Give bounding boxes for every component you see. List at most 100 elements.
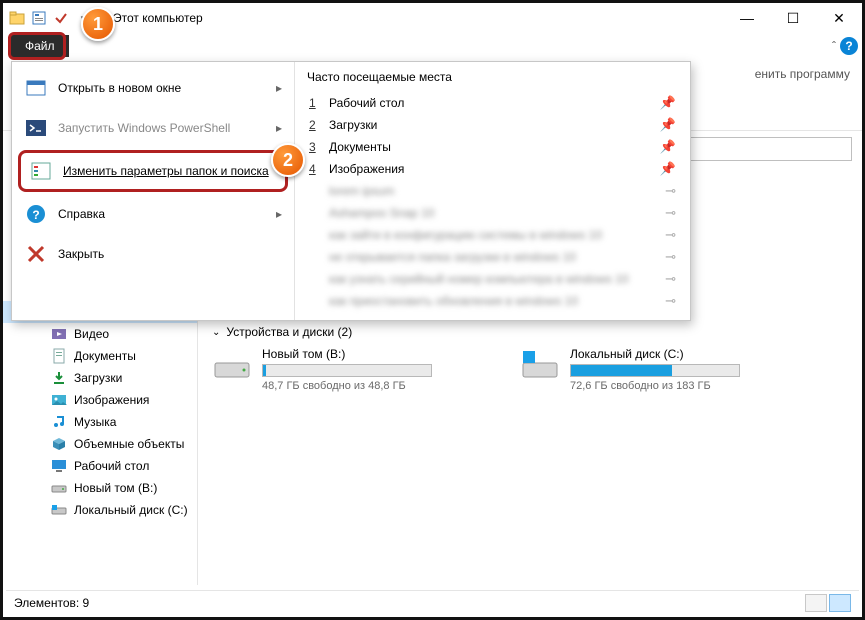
checkmark-icon[interactable] (51, 8, 71, 28)
chevron-right-icon: ▸ (276, 121, 282, 135)
frequent-label: Загрузки (329, 118, 377, 132)
sidebar-label: Видео (74, 327, 109, 341)
music-icon (51, 414, 67, 430)
sidebar-label: Загрузки (74, 371, 122, 385)
window-controls: — ☐ ✕ (724, 3, 862, 33)
properties-icon[interactable] (29, 8, 49, 28)
menu-powershell[interactable]: Запустить Windows PowerShell ▸ (12, 108, 294, 148)
drive-name: Локальный диск (C:) (570, 347, 740, 361)
cube-icon (51, 436, 67, 452)
frequent-label: Ashampoo Snap 10 (329, 206, 434, 220)
drive-icon (520, 347, 560, 387)
section-label: Устройства и диски (2) (226, 325, 352, 339)
sidebar-item-video[interactable]: Видео (3, 323, 197, 345)
file-menu-right: Часто посещаемые места 1Рабочий стол📌 2З… (294, 62, 690, 320)
help-icon[interactable]: ? (840, 37, 858, 55)
pin-icon[interactable]: ⊸ (665, 227, 676, 243)
pin-icon[interactable]: 📌 (660, 161, 676, 177)
menu-label: Справка (58, 207, 105, 221)
menu-folder-options[interactable]: Изменить параметры папок и поиска (18, 150, 288, 192)
window-title: Этот компьютер (113, 11, 203, 25)
annotation-badge-1: 1 (81, 7, 115, 41)
frequent-label: Рабочий стол (329, 96, 404, 110)
folder-icon (7, 8, 27, 28)
minimize-button[interactable]: — (724, 3, 770, 33)
ribbon-right-controls: ˆ ? (832, 37, 858, 55)
sidebar-label: Новый том (B:) (74, 481, 157, 495)
frequent-item-blurred[interactable]: как зайти в конфигурацию системы в windo… (307, 224, 678, 246)
sidebar-label: Изображения (74, 393, 149, 407)
ribbon-collapse-icon[interactable]: ˆ (832, 39, 836, 53)
maximize-button[interactable]: ☐ (770, 3, 816, 33)
pin-icon[interactable]: 📌 (660, 139, 676, 155)
menu-label: Закрыть (58, 247, 104, 261)
chevron-down-icon: ⌄ (212, 327, 220, 338)
drive-item-b[interactable]: Новый том (B:) 48,7 ГБ свободно из 48,8 … (212, 347, 472, 392)
pin-icon[interactable]: ⊸ (665, 205, 676, 221)
frequent-item-blurred[interactable]: Ashampoo Snap 10 ⊸ (307, 202, 678, 224)
menu-help[interactable]: ? Справка ▸ (12, 194, 294, 234)
status-text: Элементов: 9 (14, 596, 89, 610)
sidebar-label: Музыка (74, 415, 116, 429)
annotation-badge-2: 2 (271, 143, 305, 177)
sidebar-item-desktop[interactable]: Рабочий стол (3, 455, 197, 477)
frequent-item-blurred[interactable]: как узнать серийный номер компьютера в w… (307, 268, 678, 290)
view-details-button[interactable] (805, 594, 827, 612)
status-bar: Элементов: 9 (6, 590, 859, 614)
drive-usage-bar (262, 364, 432, 377)
search-input[interactable] (666, 137, 852, 161)
pin-icon[interactable]: ⊸ (665, 293, 676, 309)
file-menu-dropdown: Открыть в новом окне ▸ Запустить Windows… (11, 61, 691, 321)
pin-icon[interactable]: 📌 (660, 95, 676, 111)
menu-open-new-window[interactable]: Открыть в новом окне ▸ (12, 68, 294, 108)
sidebar-label: Локальный диск (C:) (74, 503, 188, 517)
titlebar: ▾ Этот компьютер — ☐ ✕ (3, 3, 862, 33)
pin-icon[interactable]: ⊸ (665, 249, 676, 265)
help-icon: ? (24, 202, 48, 226)
annotation-outline-1 (8, 32, 66, 60)
frequent-item[interactable]: 1Рабочий стол📌 (307, 92, 678, 114)
video-icon (51, 326, 67, 342)
sidebar-item-vol-c[interactable]: Локальный диск (C:) (3, 499, 197, 521)
window-icon (24, 76, 48, 100)
desktop-icon (51, 458, 67, 474)
powershell-icon (24, 116, 48, 140)
frequent-item[interactable]: 4Изображения📌 (307, 158, 678, 180)
menubar: Файл (3, 33, 862, 59)
drive-usage-bar (570, 364, 740, 377)
frequent-item-blurred[interactable]: не открывается папка загрузки в windows … (307, 246, 678, 268)
pin-icon[interactable]: ⊸ (665, 271, 676, 287)
sidebar-item-documents[interactable]: Документы (3, 345, 197, 367)
menu-label: Изменить параметры папок и поиска (63, 164, 269, 178)
frequent-label: не открывается папка загрузки в windows … (329, 250, 576, 264)
menu-close[interactable]: Закрыть (12, 234, 294, 274)
frequent-label: как зайти в конфигурацию системы в windo… (329, 228, 602, 242)
sidebar-item-downloads[interactable]: Загрузки (3, 367, 197, 389)
drive-free-text: 48,7 ГБ свободно из 48,8 ГБ (262, 380, 432, 392)
frequent-label: lorem ipsum (329, 184, 394, 198)
ribbon-partial-text: енить программу (755, 67, 850, 81)
close-button[interactable]: ✕ (816, 3, 862, 33)
chevron-right-icon: ▸ (276, 81, 282, 95)
sidebar-label: Документы (74, 349, 136, 363)
drives-section-header[interactable]: ⌄ Устройства и диски (2) (212, 325, 848, 339)
documents-icon (51, 348, 67, 364)
drive-icon (51, 480, 67, 496)
sidebar-item-3d-objects[interactable]: Объемные объекты (3, 433, 197, 455)
pin-icon[interactable]: 📌 (660, 117, 676, 133)
frequent-label: Документы (329, 140, 391, 154)
frequent-label: как приостановить обновления в windows 1… (329, 294, 578, 308)
view-tiles-button[interactable] (829, 594, 851, 612)
sidebar-item-pictures[interactable]: Изображения (3, 389, 197, 411)
frequent-item[interactable]: 3Документы📌 (307, 136, 678, 158)
drive-item-c[interactable]: Локальный диск (C:) 72,6 ГБ свободно из … (520, 347, 780, 392)
frequent-item[interactable]: 2Загрузки📌 (307, 114, 678, 136)
frequent-places-title: Часто посещаемые места (307, 70, 678, 84)
pin-icon[interactable]: ⊸ (665, 183, 676, 199)
menu-label: Запустить Windows PowerShell (58, 121, 230, 135)
sidebar-item-vol-b[interactable]: Новый том (B:) (3, 477, 197, 499)
frequent-item-blurred[interactable]: как приостановить обновления в windows 1… (307, 290, 678, 312)
sidebar-item-music[interactable]: Музыка (3, 411, 197, 433)
frequent-item-blurred[interactable]: lorem ipsum ⊸ (307, 180, 678, 202)
pictures-icon (51, 392, 67, 408)
